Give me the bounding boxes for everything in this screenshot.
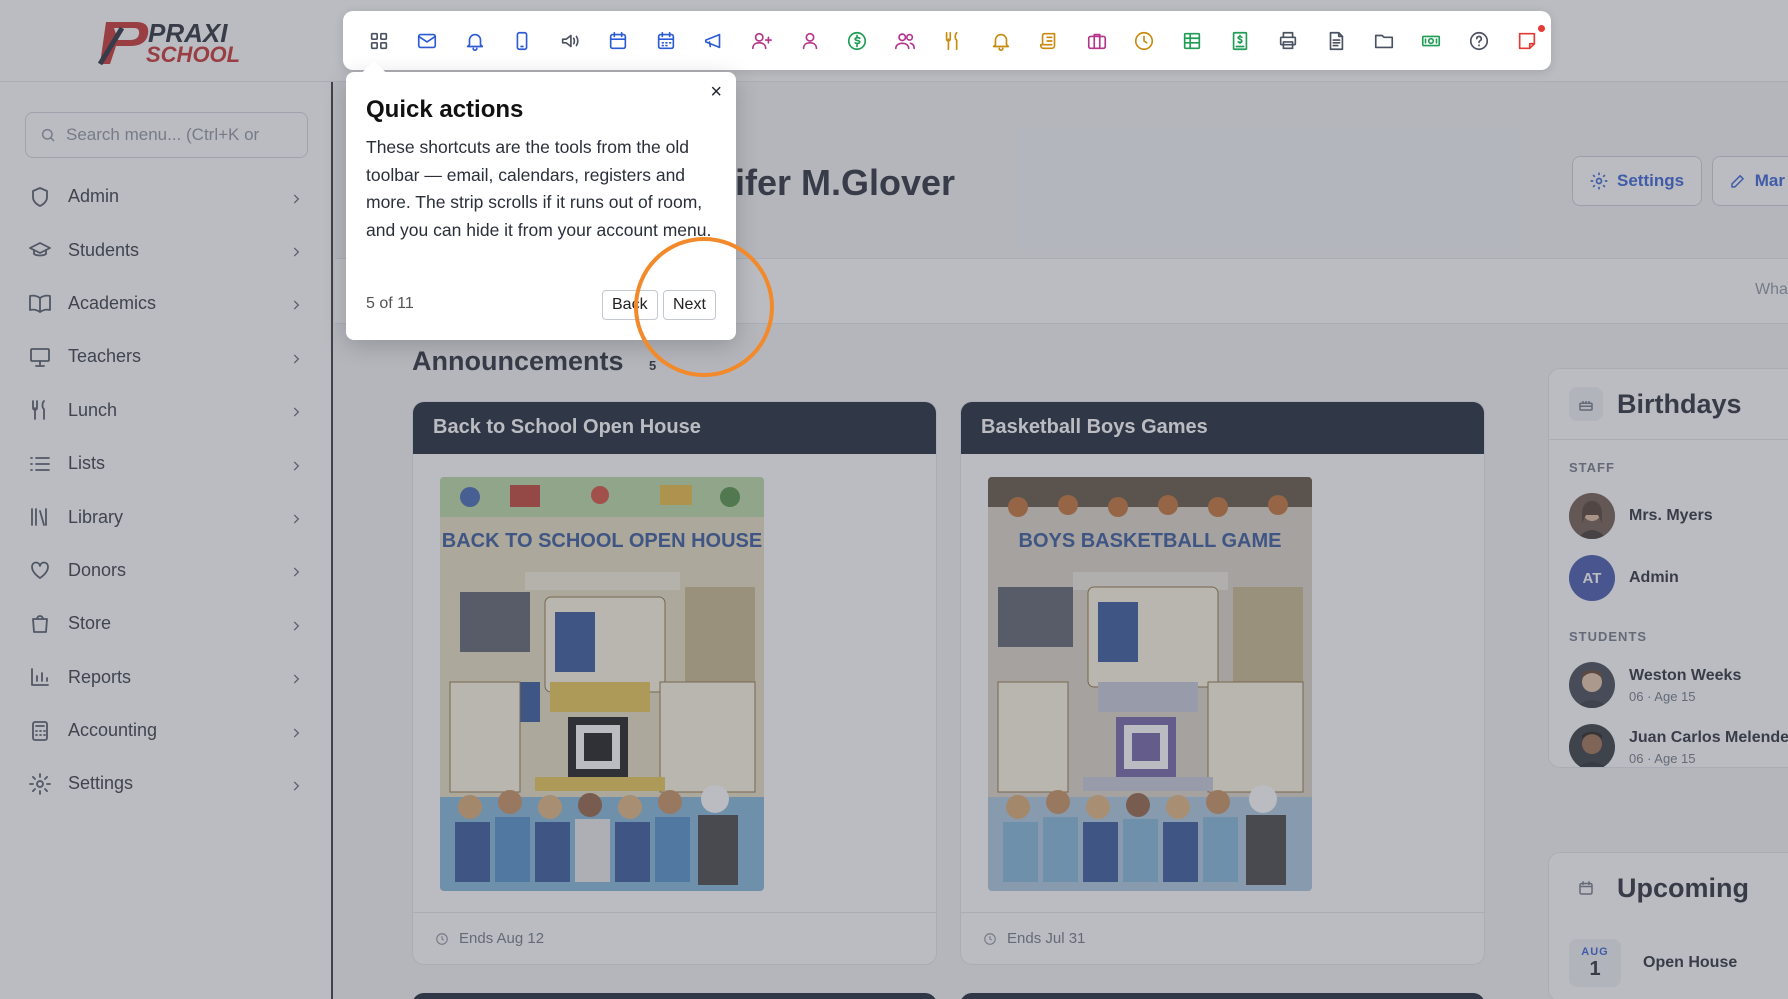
- toolbar-button-calendar-days[interactable]: [642, 11, 690, 70]
- user-icon: [799, 30, 821, 52]
- toolbar-button-mail[interactable]: [403, 11, 451, 70]
- toolbar-button-utensils[interactable]: [929, 11, 977, 70]
- help-circle-icon: [1468, 30, 1490, 52]
- toolbar-button-printer[interactable]: [1264, 11, 1312, 70]
- toolbar-button-banknote[interactable]: [1408, 11, 1456, 70]
- megaphone-volume-icon: [559, 30, 581, 52]
- briefcase-icon: [1086, 30, 1108, 52]
- close-icon[interactable]: ×: [710, 82, 722, 102]
- calendar-days-icon: [655, 30, 677, 52]
- bell-icon: [990, 30, 1012, 52]
- tour-body: These shortcuts are the tools from the o…: [366, 137, 712, 240]
- toolbar-button-calendar[interactable]: [594, 11, 642, 70]
- mail-icon: [416, 30, 438, 52]
- toolbar-button-dollar-circle[interactable]: [833, 11, 881, 70]
- file-text-icon: [1325, 30, 1347, 52]
- toolbar-button-user[interactable]: [786, 11, 834, 70]
- toolbar-button-bell[interactable]: [451, 11, 499, 70]
- tablet-icon: [511, 30, 533, 52]
- notification-dot: [1538, 25, 1545, 32]
- toolbar-button-scroll[interactable]: [1025, 11, 1073, 70]
- invoice-dollar-icon: [1229, 30, 1251, 52]
- toolbar-button-grid[interactable]: [355, 11, 403, 70]
- toolbar-button-table[interactable]: [1168, 11, 1216, 70]
- toolbar-button-invoice-dollar[interactable]: [1216, 11, 1264, 70]
- toolbar-button-bell[interactable]: [977, 11, 1025, 70]
- toolbar-button-clock[interactable]: [1121, 11, 1169, 70]
- scroll-icon: [1038, 30, 1060, 52]
- sticky-note-icon: [1516, 30, 1538, 52]
- banknote-icon: [1420, 30, 1442, 52]
- tour-title: Quick actions: [366, 96, 524, 123]
- tour-overlay[interactable]: [0, 0, 1788, 999]
- utensils-icon: [942, 30, 964, 52]
- quick-actions-toolbar: [343, 11, 1551, 70]
- toolbar-button-help-circle[interactable]: [1455, 11, 1503, 70]
- user-plus-icon: [751, 30, 773, 52]
- toolbar-button-sticky-note[interactable]: [1503, 11, 1551, 70]
- toolbar-button-briefcase[interactable]: [1073, 11, 1121, 70]
- click-highlight-ring: [634, 237, 774, 377]
- calendar-icon: [607, 30, 629, 52]
- toolbar-button-tablet[interactable]: [499, 11, 547, 70]
- toolbar-button-users[interactable]: [881, 11, 929, 70]
- toolbar-button-megaphone-volume[interactable]: [546, 11, 594, 70]
- toolbar-button-folder[interactable]: [1360, 11, 1408, 70]
- folder-icon: [1373, 30, 1395, 52]
- bell-icon: [464, 30, 486, 52]
- table-icon: [1181, 30, 1203, 52]
- users-icon: [894, 30, 916, 52]
- announce-icon: [703, 30, 725, 52]
- toolbar-button-file-text[interactable]: [1312, 11, 1360, 70]
- clock-icon: [1133, 30, 1155, 52]
- grid-icon: [368, 30, 390, 52]
- tour-progress: 5 of 11: [366, 295, 414, 312]
- toolbar-button-user-plus[interactable]: [738, 11, 786, 70]
- printer-icon: [1277, 30, 1299, 52]
- dollar-circle-icon: [846, 30, 868, 52]
- toolbar-button-announce[interactable]: [690, 11, 738, 70]
